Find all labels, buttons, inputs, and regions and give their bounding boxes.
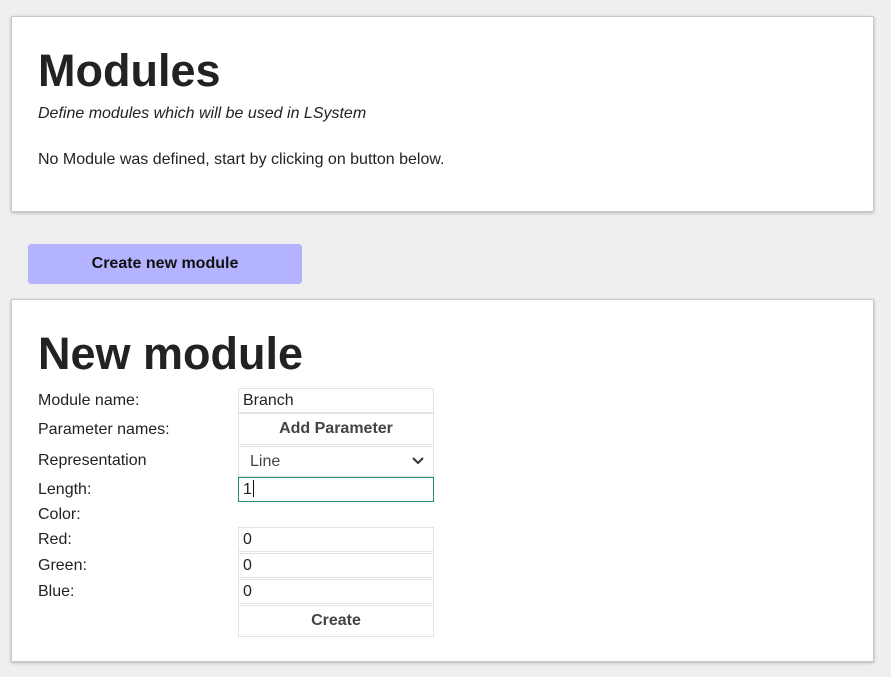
module-name-label: Module name:: [38, 392, 140, 409]
new-module-title: New module: [38, 328, 304, 379]
representation-label: Representation: [38, 452, 147, 469]
representation-selected-value: Line: [250, 453, 281, 470]
length-label: Length:: [38, 481, 92, 498]
new-module-card: New module Module name: Branch Parameter…: [11, 299, 874, 662]
chevron-down-icon: [412, 457, 424, 465]
modules-title: Modules: [38, 45, 221, 96]
module-name-input[interactable]: Branch: [238, 388, 434, 413]
red-label: Red:: [38, 531, 72, 548]
parameter-names-label: Parameter names:: [38, 421, 170, 438]
text-cursor: [252, 480, 254, 497]
red-input[interactable]: 0: [238, 527, 434, 552]
green-label: Green:: [38, 557, 87, 574]
create-button[interactable]: Create: [238, 605, 434, 637]
green-input[interactable]: 0: [238, 553, 434, 578]
length-input-value: 1: [243, 481, 252, 498]
blue-label: Blue:: [38, 583, 75, 600]
empty-modules-message: No Module was defined, start by clicking…: [38, 151, 445, 168]
representation-select[interactable]: Line: [238, 446, 434, 477]
add-parameter-button[interactable]: Add Parameter: [238, 413, 434, 445]
blue-input[interactable]: 0: [238, 579, 434, 604]
length-input[interactable]: 1: [238, 477, 434, 502]
color-label: Color:: [38, 506, 81, 523]
modules-subtitle: Define modules which will be used in LSy…: [38, 105, 367, 122]
modules-card: Modules Define modules which will be use…: [11, 16, 874, 212]
create-new-module-button[interactable]: Create new module: [28, 244, 302, 284]
